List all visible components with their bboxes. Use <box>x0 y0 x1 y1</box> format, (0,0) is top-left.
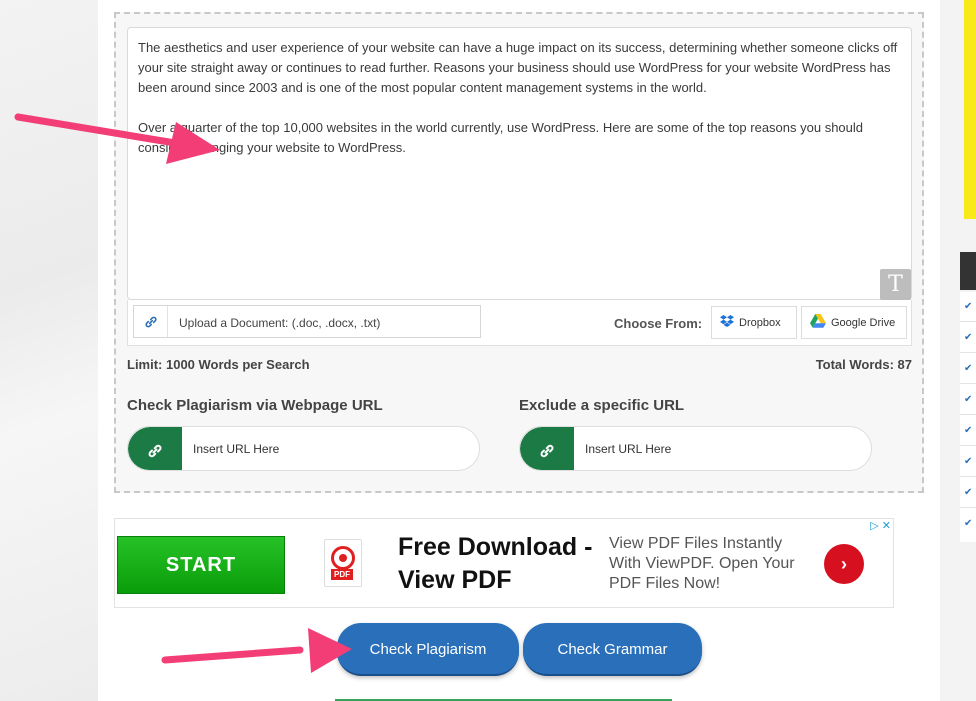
sidebar-check-icon: ✔ <box>964 518 973 529</box>
upload-row: Upload a Document: (.doc, .docx, .txt) C… <box>127 300 912 346</box>
dropbox-icon <box>720 315 734 330</box>
divider <box>960 352 976 353</box>
adchoices-icon[interactable]: ▷ ✕ <box>870 519 891 532</box>
pdf-tag: PDF <box>331 569 353 580</box>
dropbox-label: Dropbox <box>739 316 781 329</box>
sidebar-check-icon: ✔ <box>964 301 973 312</box>
divider <box>960 321 976 322</box>
ad-start-button[interactable]: START <box>117 536 285 594</box>
link-icon <box>520 427 574 470</box>
editor-paragraph: Over a quarter of the top 10,000 website… <box>138 120 864 155</box>
divider <box>960 476 976 477</box>
dropbox-button[interactable]: Dropbox <box>711 306 797 339</box>
sidebar-yellow-banner <box>964 0 976 219</box>
divider <box>960 414 976 415</box>
url-check-heading: Check Plagiarism via Webpage URL <box>127 397 383 414</box>
sidebar-dark-header <box>960 252 976 290</box>
check-grammar-button[interactable]: Check Grammar <box>523 623 702 676</box>
google-drive-icon <box>810 314 826 331</box>
sidebar-check-icon: ✔ <box>964 363 973 374</box>
check-plagiarism-button[interactable]: Check Plagiarism <box>337 623 519 676</box>
sidebar-check-icon: ✔ <box>964 487 973 498</box>
upload-label: Upload a Document: (.doc, .docx, .txt) <box>179 316 381 330</box>
word-limit-label: Limit: 1000 Words per Search <box>127 357 310 372</box>
exclude-url-input[interactable] <box>578 427 858 470</box>
link-icon <box>134 306 168 337</box>
upload-document-field[interactable]: Upload a Document: (.doc, .docx, .txt) <box>133 305 481 338</box>
sidebar-check-icon: ✔ <box>964 425 973 436</box>
sidebar-check-icon: ✔ <box>964 332 973 343</box>
exclude-url-heading: Exclude a specific URL <box>519 397 685 414</box>
ad-headline[interactable]: Free Download - View PDF <box>398 531 603 597</box>
text-editor[interactable]: The aesthetics and user experience of yo… <box>127 27 912 300</box>
editor-paragraph: The aesthetics and user experience of yo… <box>138 40 898 95</box>
url-check-field <box>127 426 480 471</box>
advertisement-banner[interactable]: START PDF Free Download - View PDF View … <box>114 518 894 608</box>
google-drive-button[interactable]: Google Drive <box>801 306 907 339</box>
ad-arrow-button[interactable]: › <box>824 544 864 584</box>
total-words-counter: Total Words: 87 <box>815 357 912 372</box>
google-drive-label: Google Drive <box>831 316 896 329</box>
sidebar-list: ✔ ✔ ✔ ✔ ✔ ✔ ✔ ✔ <box>960 292 976 542</box>
sidebar-check-icon: ✔ <box>964 456 973 467</box>
sidebar-check-icon: ✔ <box>964 394 973 405</box>
eye-icon <box>331 546 355 570</box>
clear-format-icon[interactable]: T <box>880 269 911 300</box>
divider <box>960 445 976 446</box>
divider <box>960 383 976 384</box>
pdf-icon: PDF <box>324 539 362 587</box>
link-icon <box>128 427 182 470</box>
check-url-input[interactable] <box>186 427 466 470</box>
exclude-url-field <box>519 426 872 471</box>
divider <box>960 507 976 508</box>
ad-description: View PDF Files Instantly With ViewPDF. O… <box>609 535 795 592</box>
choose-from-label: Choose From: <box>614 316 703 331</box>
page-background-left <box>0 0 98 701</box>
